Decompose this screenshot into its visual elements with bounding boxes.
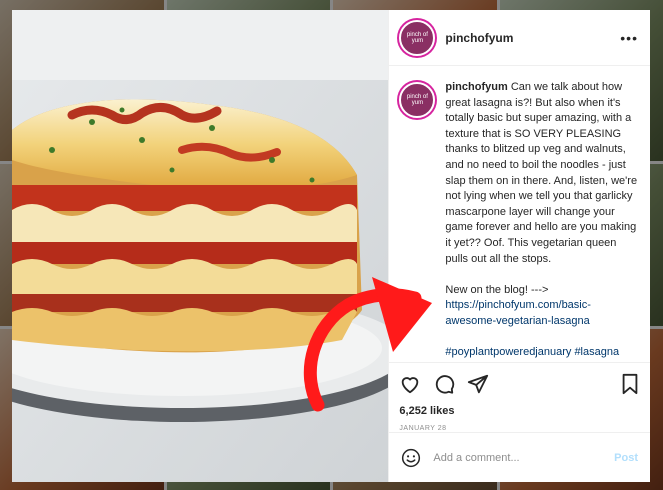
post-side-panel: pinch of yum pinchofyum ••• pinch of yum…: [388, 10, 650, 482]
caption-scroll-area[interactable]: pinch of yum pinchofyum Can we talk abou…: [389, 66, 650, 362]
share-icon[interactable]: [467, 373, 489, 395]
heart-icon[interactable]: [399, 373, 421, 395]
caption: pinch of yum pinchofyum Can we talk abou…: [399, 80, 638, 362]
comment-icon[interactable]: [433, 373, 455, 395]
caption-avatar[interactable]: pinch of yum: [399, 82, 436, 118]
comment-input[interactable]: [431, 450, 615, 465]
avatar-logo-text: pinch of yum: [406, 31, 428, 44]
bookmark-icon[interactable]: [620, 373, 640, 395]
post-comment-button[interactable]: Post: [614, 452, 638, 464]
blog-link[interactable]: https://pinchofyum.com/basic-awesome-veg…: [445, 299, 591, 327]
lasagna-photo: [12, 10, 389, 482]
caption-username[interactable]: pinchofyum: [445, 81, 507, 93]
comment-bar: Post: [389, 432, 650, 482]
post-image[interactable]: [12, 10, 389, 482]
caption-text: Can we talk about how great lasagna is?!…: [445, 81, 638, 265]
post-username[interactable]: pinchofyum: [445, 31, 620, 45]
more-icon[interactable]: •••: [620, 30, 638, 46]
blog-prefix: New on the blog! --->: [445, 283, 549, 296]
caption-body: pinchofyum Can we talk about how great l…: [445, 80, 638, 362]
post-date: JANUARY 28: [399, 425, 447, 432]
action-icons: [399, 371, 640, 397]
hashtags[interactable]: #poyplantpoweredjanuary #lasagna #pasta …: [445, 346, 619, 362]
avatar[interactable]: pinch of yum: [399, 19, 436, 56]
emoji-icon[interactable]: [401, 448, 421, 468]
like-count[interactable]: 6,252 likes: [399, 405, 640, 417]
post-modal: pinch of yum pinchofyum ••• pinch of yum…: [12, 10, 650, 482]
post-header: pinch of yum pinchofyum •••: [389, 10, 650, 66]
post-actions: 6,252 likes JANUARY 28: [389, 362, 650, 432]
avatar-logo-text: pinch of yum: [406, 94, 428, 106]
